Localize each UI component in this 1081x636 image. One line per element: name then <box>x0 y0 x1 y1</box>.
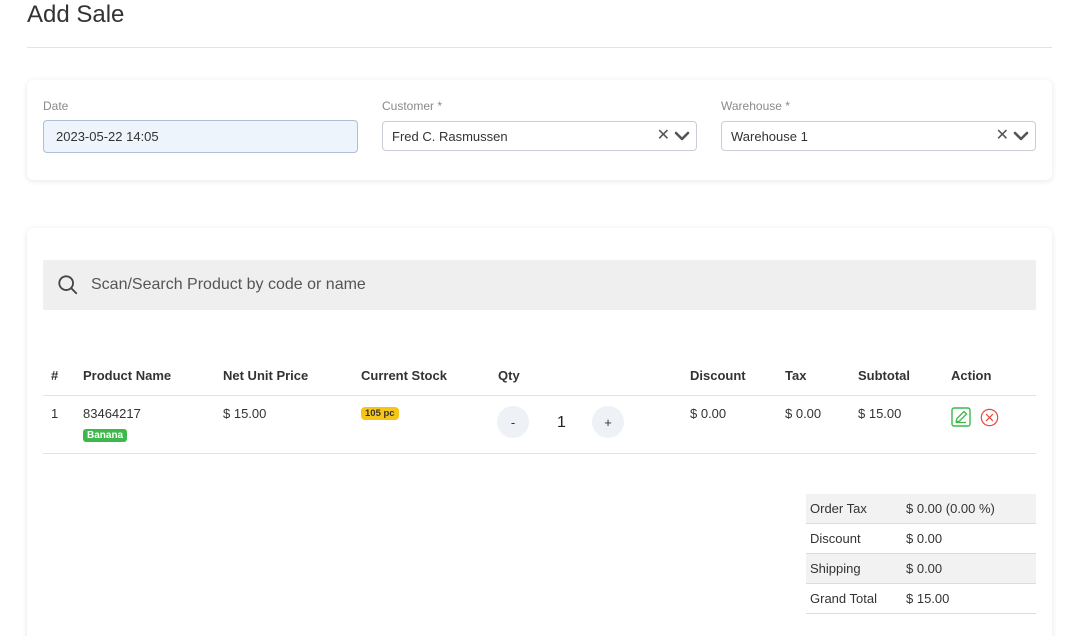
stock-badge: 105 pc <box>361 407 399 420</box>
summary-grand-total: Grand Total $ 15.00 <box>806 584 1036 614</box>
shipping-label: Shipping <box>810 561 861 576</box>
title-divider <box>27 47 1052 48</box>
chevron-down-icon[interactable] <box>1013 128 1029 144</box>
row-tax: $ 0.00 <box>785 406 822 421</box>
col-product-name: Product Name <box>83 368 172 383</box>
summary-order-tax: Order Tax $ 0.00 (0.00 %) <box>806 494 1036 524</box>
row-subtotal: $ 15.00 <box>858 406 902 421</box>
order-summary: Order Tax $ 0.00 (0.00 %) Discount $ 0.0… <box>806 494 1036 614</box>
date-field[interactable]: 2023-05-22 14:05 <box>43 120 358 153</box>
shipping-value: $ 0.00 <box>906 561 943 576</box>
product-search-bar[interactable] <box>43 260 1036 310</box>
col-net-unit-price: Net Unit Price <box>223 368 309 383</box>
row-number: 1 <box>51 406 59 421</box>
discount-label: Discount <box>810 531 861 546</box>
qty-decrease-button[interactable]: - <box>497 406 529 438</box>
row-discount: $ 0.00 <box>690 406 727 421</box>
col-discount: Discount <box>690 368 746 383</box>
sale-items-card: # Product Name Net Unit Price Current St… <box>27 228 1052 636</box>
grand-total-value: $ 15.00 <box>906 591 950 606</box>
summary-discount: Discount $ 0.00 <box>806 524 1036 554</box>
chevron-down-icon[interactable] <box>674 128 690 144</box>
warehouse-label: Warehouse * <box>721 99 790 113</box>
discount-value: $ 0.00 <box>906 531 943 546</box>
order-tax-value: $ 0.00 (0.00 %) <box>906 501 995 516</box>
qty-value[interactable]: 1 <box>557 414 566 432</box>
col-action: Action <box>951 368 992 383</box>
col-qty: Qty <box>498 368 520 383</box>
col-subtotal: Subtotal <box>858 368 910 383</box>
close-icon[interactable]: ✕ <box>657 128 670 144</box>
col-tax: Tax <box>785 368 807 383</box>
date-label: Date <box>43 99 69 113</box>
warehouse-value: Warehouse 1 <box>731 128 808 144</box>
col-current-stock: Current Stock <box>361 368 447 383</box>
col-number: # <box>51 368 59 383</box>
customer-value: Fred C. Rasmussen <box>392 128 508 144</box>
table-row: 1 83464217 Banana $ 15.00 105 pc - 1 + $… <box>43 396 1036 454</box>
product-name-badge: Banana <box>83 429 128 442</box>
customer-label: Customer * <box>382 99 443 113</box>
net-unit-price: $ 15.00 <box>223 406 267 421</box>
search-input[interactable] <box>91 276 991 294</box>
search-icon <box>58 275 78 295</box>
qty-increase-button[interactable]: + <box>592 406 624 438</box>
delete-icon[interactable] <box>980 408 999 427</box>
edit-icon[interactable] <box>951 407 971 427</box>
page-title: Add Sale <box>27 1 125 28</box>
customer-select[interactable]: Fred C. Rasmussen ✕ <box>382 121 697 151</box>
grand-total-label: Grand Total <box>810 591 877 606</box>
sale-header-card: Date 2023-05-22 14:05 Customer * Fred C.… <box>27 80 1052 180</box>
warehouse-select[interactable]: Warehouse 1 ✕ <box>721 121 1036 151</box>
summary-shipping: Shipping $ 0.00 <box>806 554 1036 584</box>
order-tax-label: Order Tax <box>810 501 867 516</box>
close-icon[interactable]: ✕ <box>996 128 1009 144</box>
table-header: # Product Name Net Unit Price Current St… <box>43 356 1036 396</box>
product-code: 83464217 <box>83 406 141 421</box>
date-value: 2023-05-22 14:05 <box>56 129 159 144</box>
